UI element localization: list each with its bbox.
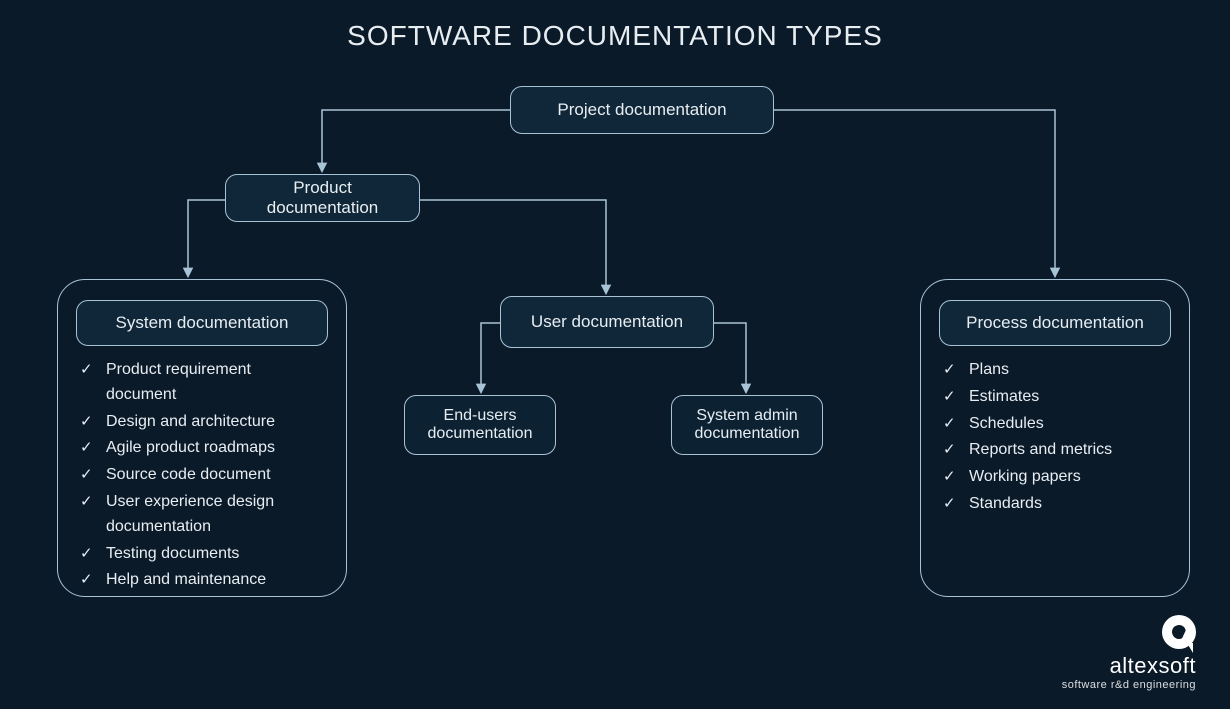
- node-label: System admin documentation: [690, 407, 804, 443]
- list-item: Design and architecture: [80, 410, 324, 435]
- node-product-documentation: Product documentation: [225, 174, 420, 222]
- node-project-documentation: Project documentation: [510, 86, 774, 134]
- panel-process-documentation: Process documentation Plans Estimates Sc…: [920, 279, 1190, 597]
- list-item: Reports and metrics: [943, 438, 1167, 463]
- brand-logo: altexsoft software r&d engineering: [1062, 615, 1196, 691]
- panel-list-process: Plans Estimates Schedules Reports and me…: [943, 358, 1167, 517]
- node-label: Product documentation: [244, 178, 401, 218]
- node-end-users-documentation: End-users documentation: [404, 395, 556, 455]
- node-user-documentation: User documentation: [500, 296, 714, 348]
- node-label: End-users documentation: [423, 407, 537, 443]
- list-item: Source code document: [80, 463, 324, 488]
- panel-list-system: Product requirement document Design and …: [80, 358, 324, 593]
- panel-system-documentation: System documentation Product requirement…: [57, 279, 347, 597]
- brand-tagline: software r&d engineering: [1062, 679, 1196, 691]
- list-item: Agile product roadmaps: [80, 436, 324, 461]
- list-item: Help and maintenance: [80, 568, 324, 593]
- panel-header-system: System documentation: [76, 300, 328, 346]
- list-item: Plans: [943, 358, 1167, 383]
- list-item: Working papers: [943, 465, 1167, 490]
- node-label: User documentation: [531, 312, 683, 332]
- list-item: User experience design documentation: [80, 490, 324, 540]
- list-item: Standards: [943, 492, 1167, 517]
- diagram-title: SOFTWARE DOCUMENTATION TYPES: [0, 20, 1230, 52]
- diagram-canvas: SOFTWARE DOCUMENTATION TYPES Project doc…: [0, 0, 1230, 709]
- node-label: Project documentation: [557, 100, 726, 120]
- list-item: Testing documents: [80, 542, 324, 567]
- brand-name: altexsoft: [1062, 653, 1196, 679]
- node-system-admin-documentation: System admin documentation: [671, 395, 823, 455]
- list-item: Estimates: [943, 385, 1167, 410]
- brand-logo-icon: [1162, 615, 1196, 649]
- list-item: Schedules: [943, 412, 1167, 437]
- list-item: Product requirement document: [80, 358, 324, 408]
- panel-header-process: Process documentation: [939, 300, 1171, 346]
